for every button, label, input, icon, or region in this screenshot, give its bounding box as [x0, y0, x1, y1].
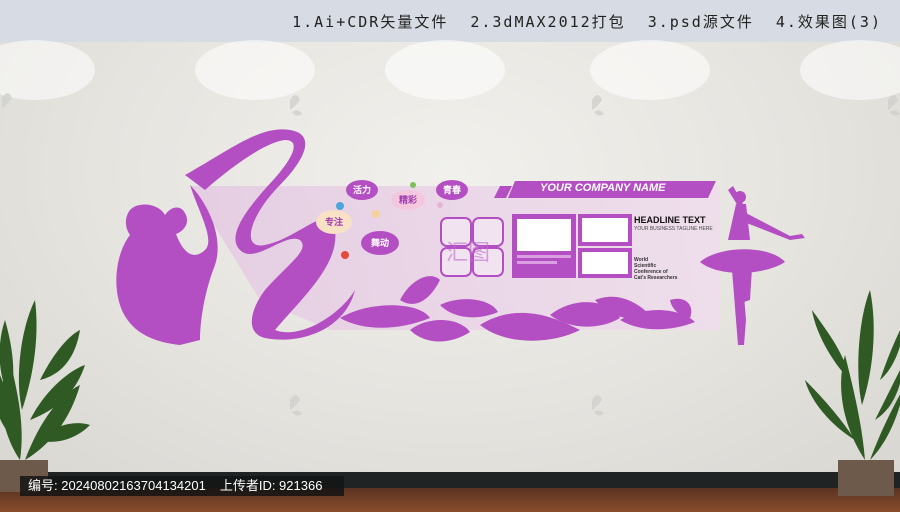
- headline-text: HEADLINE TEXT: [634, 215, 706, 225]
- watermark-icon: [290, 95, 302, 116]
- potted-plant-right: [805, 290, 900, 496]
- bubble-label-4: 专注: [325, 216, 343, 228]
- watermark-icon: [592, 95, 604, 116]
- culture-wall-scene: 汇图 活力 精彩 青春 专注 舞动: [0, 40, 900, 496]
- uploader-id-label: 上传者ID: 921366: [219, 478, 323, 493]
- bubble-label-5: 舞动: [371, 237, 389, 249]
- bubble-label-1: 活力: [353, 184, 371, 196]
- bubble-label-3: 青春: [443, 184, 462, 196]
- photo-frames: [512, 214, 632, 278]
- bubble-label-2: 精彩: [399, 194, 417, 206]
- watermark-text: 汇图: [446, 241, 490, 266]
- image-id-label: 编号: 20240802163704134201: [28, 478, 206, 493]
- org-text: World Scientific Conference of Cat's Res…: [634, 257, 677, 281]
- company-name: YOUR COMPANY NAME: [540, 182, 666, 194]
- spotlight-glows: [0, 40, 900, 100]
- bottom-info-bar: 编号: 20240802163704134201 上传者ID: 921366: [20, 476, 345, 496]
- watermark-icon: [290, 395, 302, 416]
- watermark-icon: [592, 395, 604, 416]
- headline-subline: YOUR BUSINESS TAGLINE HERE: [634, 226, 713, 232]
- dancer-left-silhouette: [116, 185, 218, 345]
- org-line: Cat's Researchers: [634, 275, 678, 281]
- watermark-icon: [888, 95, 900, 116]
- potted-plant-left: [0, 300, 90, 492]
